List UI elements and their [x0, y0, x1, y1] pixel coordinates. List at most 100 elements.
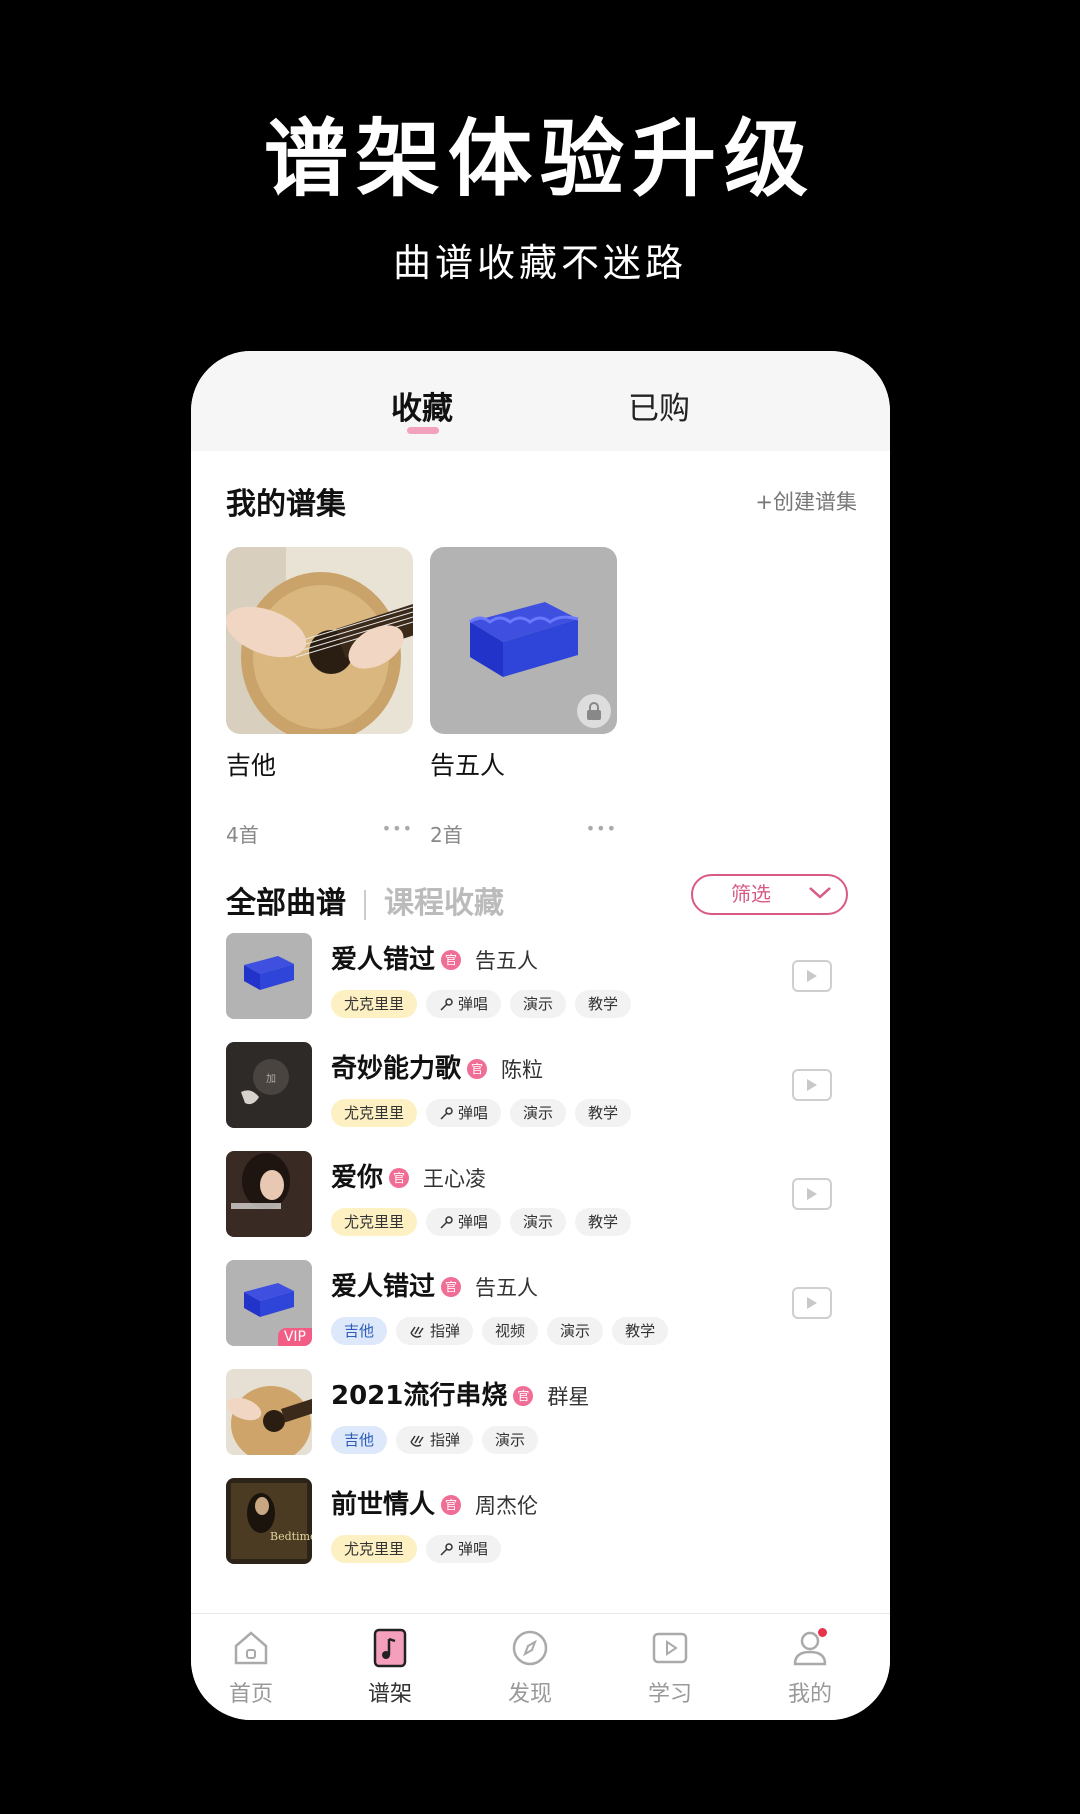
tab-all-scores[interactable]: 全部曲谱 — [226, 886, 346, 921]
microphone-icon — [440, 1543, 453, 1556]
song-cover — [226, 933, 312, 1019]
nav-discover[interactable]: 发现 — [480, 1626, 580, 1708]
more-options-icon[interactable]: ••• — [382, 819, 413, 838]
song-title: 前世情人 — [331, 1490, 436, 1520]
play-video-icon — [652, 1632, 688, 1664]
tag-instrument: 尤克里里 — [331, 1208, 418, 1236]
microphone-icon — [440, 1107, 453, 1120]
promo-subtitle: 曲谱收藏不迷路 — [392, 241, 687, 285]
nav-home[interactable]: 首页 — [201, 1626, 301, 1708]
tag-fingerstyle-label: 指弹 — [430, 1322, 461, 1340]
svg-text:Bedtime: Bedtime — [270, 1530, 312, 1543]
tag-sing-label: 弹唱 — [458, 995, 489, 1013]
tag-instrument: 尤克里里 — [331, 990, 418, 1018]
top-tab-bar: 收藏 已购 — [191, 351, 890, 451]
song-row[interactable]: 爱你官王心凌 尤克里里 弹唱 演示 教学 — [226, 1151, 856, 1241]
tag-instrument: 吉他 — [331, 1317, 388, 1345]
tag-fingerstyle-label: 指弹 — [430, 1431, 461, 1449]
play-icon — [807, 1297, 817, 1309]
collection-card-guitar[interactable]: 吉他 4首 ••• — [226, 547, 413, 847]
song-cover: 加 — [226, 1042, 312, 1128]
song-tags: 尤克里里 弹唱 — [331, 1535, 510, 1563]
hand-icon — [410, 1326, 424, 1338]
tag-fingerstyle: 指弹 — [396, 1426, 474, 1454]
filter-label: 筛选 — [731, 882, 771, 906]
play-video-button[interactable] — [792, 1287, 832, 1319]
tag-lesson: 教学 — [612, 1317, 669, 1345]
tag-sing: 弹唱 — [426, 1535, 502, 1563]
song-tags: 尤克里里 弹唱 演示 教学 — [331, 990, 640, 1018]
bottom-nav: 首页 谱架 发现 学习 我的 — [191, 1613, 890, 1720]
song-artist: 告五人 — [475, 1276, 539, 1300]
song-cover: Bedtime — [226, 1478, 312, 1564]
play-video-button[interactable] — [792, 960, 832, 992]
promo-title: 谱架体验升级 — [263, 110, 816, 208]
compass-icon — [512, 1630, 548, 1666]
play-icon — [807, 970, 817, 982]
nav-mine[interactable]: 我的 — [760, 1626, 860, 1708]
official-badge: 官 — [441, 1495, 462, 1515]
tag-sing: 弹唱 — [426, 990, 502, 1018]
microphone-icon — [440, 1216, 453, 1229]
song-title-line: 前世情人官周杰伦 — [331, 1484, 538, 1521]
filter-button[interactable]: 筛选 — [691, 874, 848, 915]
official-badge: 官 — [513, 1386, 534, 1406]
tag-sing: 弹唱 — [426, 1208, 502, 1236]
my-collections-title: 我的谱集 — [226, 487, 346, 522]
song-row[interactable]: 加 奇妙能力歌官陈粒 尤克里里 弹唱 演示 教学 — [226, 1042, 856, 1132]
song-title-line: 奇妙能力歌官陈粒 — [331, 1048, 543, 1085]
more-options-icon[interactable]: ••• — [586, 819, 617, 838]
song-title-line: 爱你官王心凌 — [331, 1157, 486, 1194]
nav-label: 我的 — [787, 1682, 832, 1707]
tab-course-favorites[interactable]: 课程收藏 — [384, 886, 504, 921]
song-artist: 群星 — [547, 1385, 590, 1409]
tag-video: 视频 — [482, 1317, 539, 1345]
official-badge: 官 — [467, 1059, 488, 1079]
play-video-button[interactable] — [792, 1069, 832, 1101]
song-tags: 尤克里里 弹唱 演示 教学 — [331, 1208, 640, 1236]
nav-music-stand[interactable]: 谱架 — [340, 1626, 440, 1708]
tag-demo: 演示 — [482, 1426, 539, 1454]
album-cover-blue-block — [430, 547, 617, 734]
svg-text:加: 加 — [266, 1073, 276, 1085]
song-row[interactable]: 2021流行串烧官群星 吉他 指弹 演示 — [226, 1369, 856, 1459]
phone-screen: 收藏 已购 我的谱集 +创建谱集 吉他 4首 ••• 告五人 2首 ••• 全部… — [191, 351, 890, 1720]
play-icon — [807, 1079, 817, 1091]
tag-sing-label: 弹唱 — [458, 1540, 489, 1558]
play-icon — [807, 1188, 817, 1200]
song-row[interactable]: Bedtime 前世情人官周杰伦 尤克里里 弹唱 — [226, 1478, 856, 1568]
tag-demo: 演示 — [510, 1208, 567, 1236]
nav-label: 谱架 — [367, 1682, 412, 1707]
chevron-down-icon — [809, 887, 831, 899]
tab-divider — [364, 889, 366, 920]
tab-indicator — [407, 427, 439, 434]
tab-purchased[interactable]: 已购 — [628, 383, 690, 428]
tag-sing-label: 弹唱 — [458, 1104, 489, 1122]
collection-card-gaowuren[interactable]: 告五人 2首 ••• — [430, 547, 617, 847]
tag-instrument: 尤克里里 — [331, 1099, 418, 1127]
home-icon — [234, 1631, 268, 1665]
create-collection-button[interactable]: +创建谱集 — [755, 486, 857, 516]
collection-name: 告五人 — [430, 751, 506, 780]
tab-favorites[interactable]: 收藏 — [391, 383, 453, 428]
song-tags: 吉他 指弹 演示 — [331, 1426, 547, 1454]
tag-demo: 演示 — [510, 1099, 567, 1127]
nav-learn[interactable]: 学习 — [620, 1626, 720, 1708]
tag-demo: 演示 — [510, 990, 567, 1018]
guitar-photo — [226, 547, 413, 734]
song-artist: 陈粒 — [501, 1058, 544, 1082]
song-title-line: 2021流行串烧官群星 — [331, 1375, 589, 1412]
play-video-button[interactable] — [792, 1178, 832, 1210]
song-tags: 尤克里里 弹唱 演示 教学 — [331, 1099, 640, 1127]
song-title: 奇妙能力歌 — [331, 1054, 462, 1084]
collection-count: 4首 — [226, 823, 259, 847]
song-cover — [226, 1369, 312, 1455]
notification-dot — [818, 1628, 827, 1637]
list-tabs: 全部曲谱 课程收藏 — [226, 878, 504, 922]
nav-label: 学习 — [647, 1682, 692, 1707]
song-cover: VIP — [226, 1260, 312, 1346]
tag-instrument: 吉他 — [331, 1426, 388, 1454]
song-row[interactable]: 爱人错过官告五人 尤克里里 弹唱 演示 教学 — [226, 933, 856, 1023]
song-row[interactable]: VIP 爱人错过官告五人 吉他 指弹 视频 演示 教学 — [226, 1260, 856, 1350]
music-stand-icon — [373, 1628, 407, 1668]
